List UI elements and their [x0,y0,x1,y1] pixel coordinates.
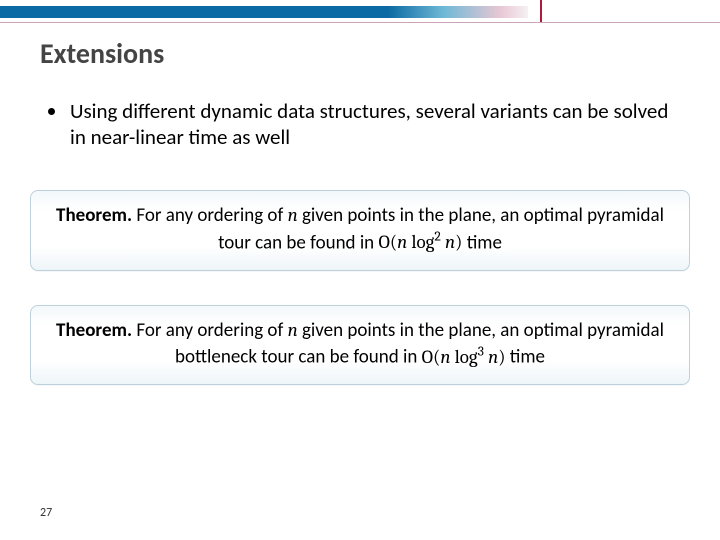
bullet-list: Using different dynamic data structures,… [48,98,680,151]
theorem-text: For any ordering of [136,319,287,342]
bigO-n1: n [440,346,450,368]
theorem-text: For any ordering of [136,204,287,227]
math-n: n [288,319,298,341]
bigO-log: log [450,346,477,368]
header-divider [0,22,720,23]
math-n: n [288,204,298,226]
slide-title: Extensions [40,36,164,71]
header-accent-gradient [388,6,528,18]
math-bigO: O(n log3 n) [422,346,506,368]
theorem-group: Theorem. For any ordering of n given poi… [30,190,690,419]
theorem-text: time [462,231,502,254]
bigO-n2: n [484,346,498,368]
bigO-n1: n [397,231,407,253]
math-bigO: O(n log2 n) [378,231,462,253]
page-number: 27 [40,506,52,520]
bigO-open: O( [422,346,441,368]
bigO-open: O( [378,231,397,253]
theorem-label: Theorem. [56,319,132,342]
header-bar [0,0,720,22]
header-accent-red-tick [540,0,542,22]
header-accent-blue [0,6,388,18]
bigO-log: log [407,231,434,253]
slide: Extensions Using different dynamic data … [0,0,720,540]
bullet-item: Using different dynamic data structures,… [68,98,680,151]
bigO-n2: n [441,231,455,253]
theorem-box-2: Theorem. For any ordering of n given poi… [30,305,690,386]
theorem-text: time [505,346,545,369]
theorem-box-1: Theorem. For any ordering of n given poi… [30,190,690,271]
theorem-label: Theorem. [56,204,132,227]
